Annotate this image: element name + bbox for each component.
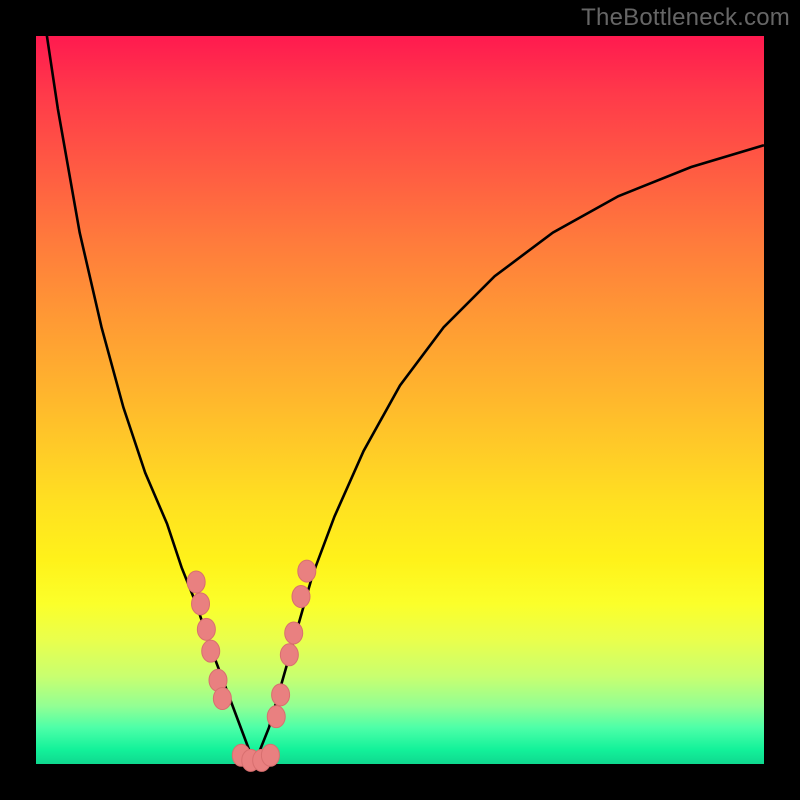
gpu-marker <box>292 586 310 608</box>
gpu-marker <box>285 622 303 644</box>
bottleneck-curve-left <box>36 0 254 764</box>
gpu-marker <box>202 640 220 662</box>
chart-overlay <box>36 36 764 764</box>
gpu-marker <box>272 684 290 706</box>
gpu-marker <box>192 593 210 615</box>
gpu-marker <box>213 687 231 709</box>
bottleneck-curve-right <box>254 145 764 764</box>
gpu-marker <box>280 644 298 666</box>
chart-frame: TheBottleneck.com <box>0 0 800 800</box>
gpu-marker <box>261 744 279 766</box>
gpu-markers-group <box>187 560 316 771</box>
gpu-marker <box>187 571 205 593</box>
gpu-marker <box>197 618 215 640</box>
gpu-marker <box>267 706 285 728</box>
watermark-text: TheBottleneck.com <box>581 4 790 32</box>
gpu-marker <box>298 560 316 582</box>
